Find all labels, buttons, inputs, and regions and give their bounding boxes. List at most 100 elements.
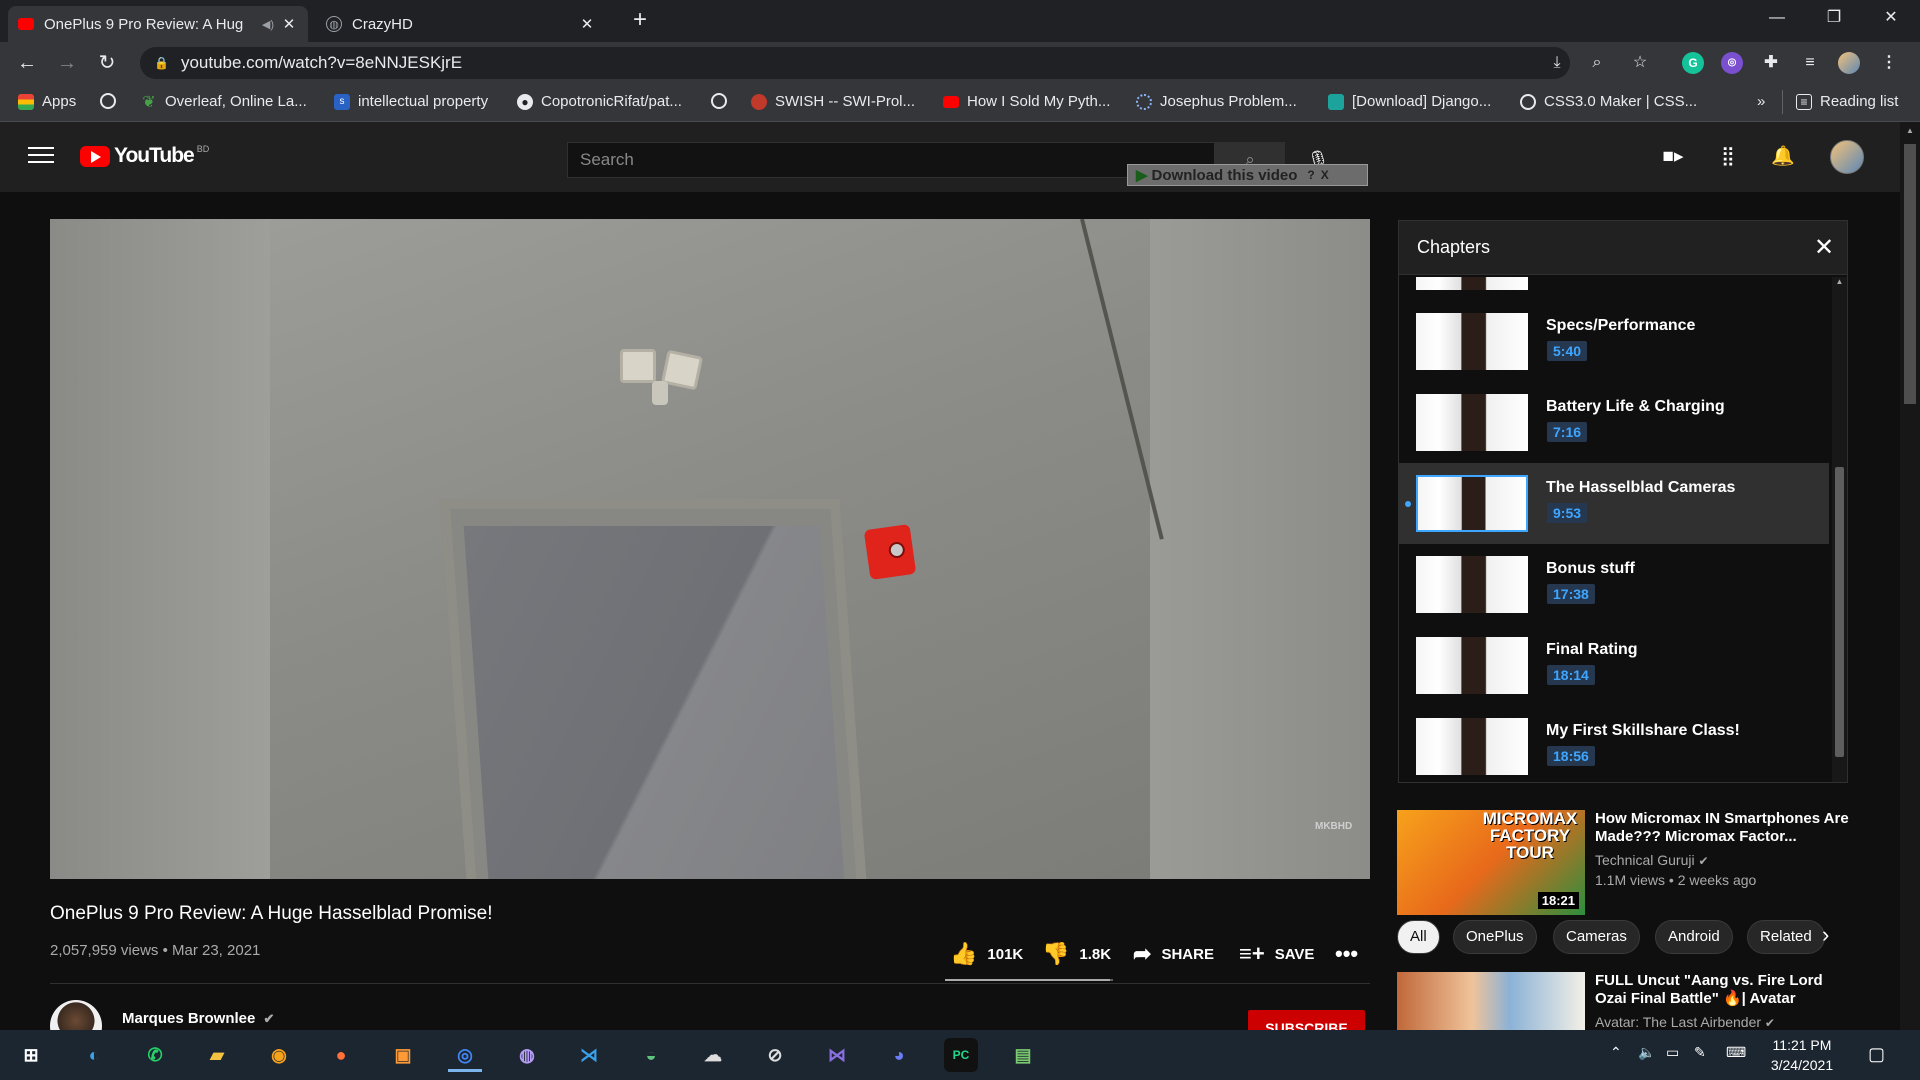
bookmark-star-icon[interactable]: ☆ (1628, 47, 1652, 79)
messenger-icon[interactable]: ◕ (882, 1038, 916, 1072)
chapter-item-partial[interactable] (1399, 277, 1829, 291)
create-video-icon[interactable]: ■▸ (1660, 144, 1686, 170)
chapter-item[interactable]: Bonus stuff 17:38 (1399, 544, 1829, 625)
chapters-scrollbar[interactable]: ▲ (1832, 277, 1847, 782)
close-tab-icon[interactable]: ✕ (578, 15, 596, 33)
chapter-timestamp[interactable]: 18:14 (1547, 665, 1595, 685)
zoom-icon[interactable]: ⌕ (1585, 47, 1609, 79)
chip-oneplus[interactable]: OnePlus (1453, 920, 1537, 954)
chip-all[interactable]: All (1397, 920, 1440, 954)
chevron-up-icon[interactable]: ⌃ (1610, 1044, 1622, 1061)
chapter-timestamp[interactable]: 18:56 (1547, 746, 1595, 766)
bookmark-css3-maker[interactable]: CSS3.0 Maker | CSS... (1520, 93, 1697, 110)
download-help-button[interactable]: ? (1307, 168, 1314, 182)
github-desktop-icon[interactable]: ◍ (510, 1038, 544, 1072)
chapter-item-active[interactable]: The Hasselblad Cameras 9:53 (1399, 463, 1829, 544)
install-icon[interactable]: ⤓ (1545, 47, 1569, 79)
bookmark-overleaf[interactable]: ❦ Overleaf, Online La... (141, 93, 306, 111)
bookmark-swish[interactable]: SWISH -- SWI-Prol... (751, 93, 915, 110)
windows-start-icon[interactable]: ⊞ (14, 1038, 48, 1072)
minimize-button[interactable]: — (1749, 0, 1805, 36)
system-clock[interactable]: 11:21 PM 3/24/2021 (1762, 1035, 1842, 1075)
extension-icon[interactable]: ◎ (1721, 52, 1743, 74)
scrollbar-thumb[interactable] (1835, 467, 1844, 757)
pycharm-icon[interactable]: PC (944, 1038, 978, 1072)
network-icon[interactable]: ▭ (1666, 1044, 1679, 1061)
share-button[interactable]: ➦ SHARE (1133, 940, 1214, 968)
more-actions-button[interactable]: ••• (1335, 940, 1368, 968)
vpn-shield-icon[interactable]: ◉ (262, 1038, 296, 1072)
apps-grid-icon[interactable]: ⣿ (1715, 144, 1741, 170)
whatsapp-icon[interactable]: ✆ (138, 1038, 172, 1072)
cloud-app-icon[interactable]: ☁ (696, 1038, 730, 1072)
bookmark-josephus[interactable]: Josephus Problem... (1136, 93, 1297, 110)
scroll-up-icon[interactable]: ▲ (1900, 126, 1920, 135)
chip-related[interactable]: Related (1747, 920, 1825, 954)
bookmarks-overflow-button[interactable]: » (1757, 93, 1765, 110)
download-video-overlay[interactable]: ▶ Download this video ? X (1127, 164, 1368, 186)
like-button[interactable]: 👍 101K (950, 940, 1023, 968)
address-bar[interactable]: 🔒 youtube.com/watch?v=8eNNJESKjrE ⤓ ⌕ ☆ (140, 47, 1647, 79)
channel-name[interactable]: Marques Brownlee ✔ (122, 1010, 274, 1027)
chevron-right-icon[interactable]: › (1822, 922, 1829, 948)
tab-youtube[interactable]: OnePlus 9 Pro Review: A Hug ◀) ✕ (8, 6, 308, 42)
youtube-logo[interactable]: YouTube BD (80, 144, 209, 168)
chapter-item[interactable]: Battery Life & Charging 7:16 (1399, 382, 1829, 463)
new-tab-button[interactable]: + (625, 6, 655, 36)
chapter-item[interactable]: My First Skillshare Class! 18:56 (1399, 706, 1829, 787)
reload-button[interactable]: ↻ (92, 48, 122, 78)
bookmark-apps[interactable]: Apps (18, 93, 76, 110)
chapter-timestamp[interactable]: 7:16 (1547, 422, 1588, 442)
file-explorer-icon[interactable]: ▰ (200, 1038, 234, 1072)
scroll-up-icon[interactable]: ▲ (1832, 277, 1847, 286)
search-input[interactable]: Search (567, 142, 1215, 178)
chip-android[interactable]: Android (1655, 920, 1733, 954)
page-scrollbar[interactable]: ▲ (1900, 122, 1920, 1030)
chapter-item[interactable]: Specs/Performance 5:40 (1399, 301, 1829, 382)
satellite-icon[interactable]: ⊘ (758, 1038, 792, 1072)
bookmark-intellectual-property[interactable]: s intellectual property (334, 93, 488, 110)
bookmark-globe[interactable] (711, 93, 735, 109)
pen-icon[interactable]: ✎ (1694, 1044, 1706, 1061)
sync-app-icon[interactable]: ◐ (77, 1038, 111, 1072)
download-close-button[interactable]: X (1321, 168, 1329, 182)
vscode-icon[interactable]: ⋊ (572, 1038, 606, 1072)
visual-studio-icon[interactable]: ⋈ (820, 1038, 854, 1072)
bookmark-youtube[interactable]: How I Sold My Pyth... (943, 93, 1110, 110)
bookmark-globe[interactable] (100, 93, 124, 109)
back-button[interactable]: ← (12, 48, 42, 78)
profile-avatar[interactable] (1838, 52, 1860, 74)
keyboard-icon[interactable]: ⌨ (1726, 1044, 1746, 1061)
earth-app-icon[interactable]: ◒ (634, 1038, 668, 1072)
dislike-button[interactable]: 👎 1.8K (1042, 940, 1111, 968)
reading-list-button[interactable]: ≡ Reading list (1796, 93, 1898, 110)
chapter-timestamp[interactable]: 5:40 (1547, 341, 1588, 361)
restore-button[interactable]: ❐ (1806, 0, 1862, 36)
close-tab-icon[interactable]: ✕ (280, 15, 298, 33)
notifications-bell-icon[interactable]: 🔔 (1770, 144, 1796, 170)
photo-app-icon[interactable]: ▣ (386, 1038, 420, 1072)
account-avatar[interactable] (1830, 140, 1864, 174)
volume-icon[interactable]: 🔈 (1638, 1044, 1655, 1061)
chapter-timestamp[interactable]: 9:53 (1547, 503, 1588, 523)
save-button[interactable]: ≡+ SAVE (1239, 940, 1314, 968)
video-player[interactable]: MKBHD (50, 219, 1370, 879)
chapter-timestamp[interactable]: 17:38 (1547, 584, 1595, 604)
spreadsheet-icon[interactable]: ▤ (1006, 1038, 1040, 1072)
puzzle-icon[interactable]: ✚ (1760, 52, 1782, 74)
chrome-menu-icon[interactable]: ⋮ (1878, 52, 1900, 74)
forward-button[interactable]: → (52, 48, 82, 78)
firefox-icon[interactable]: ● (324, 1038, 358, 1072)
hamburger-menu-icon[interactable] (28, 144, 54, 164)
notifications-icon[interactable]: ▢ (1868, 1044, 1885, 1065)
close-window-button[interactable]: ✕ (1863, 0, 1919, 36)
recommended-video[interactable]: MICROMAX FACTORY TOUR 18:21 How Micromax… (1397, 810, 1857, 915)
bookmark-github[interactable]: ● CopotronicRifat/pat... (517, 93, 682, 110)
grammarly-icon[interactable]: G (1682, 52, 1704, 74)
bookmark-django[interactable]: [Download] Django... (1328, 93, 1491, 110)
media-control-icon[interactable]: ≡ (1799, 52, 1821, 74)
chip-cameras[interactable]: Cameras (1553, 920, 1640, 954)
chapter-item[interactable]: Final Rating 18:14 (1399, 625, 1829, 706)
chrome-icon[interactable]: ◎ (448, 1038, 482, 1072)
close-icon[interactable]: ✕ (1814, 233, 1834, 262)
